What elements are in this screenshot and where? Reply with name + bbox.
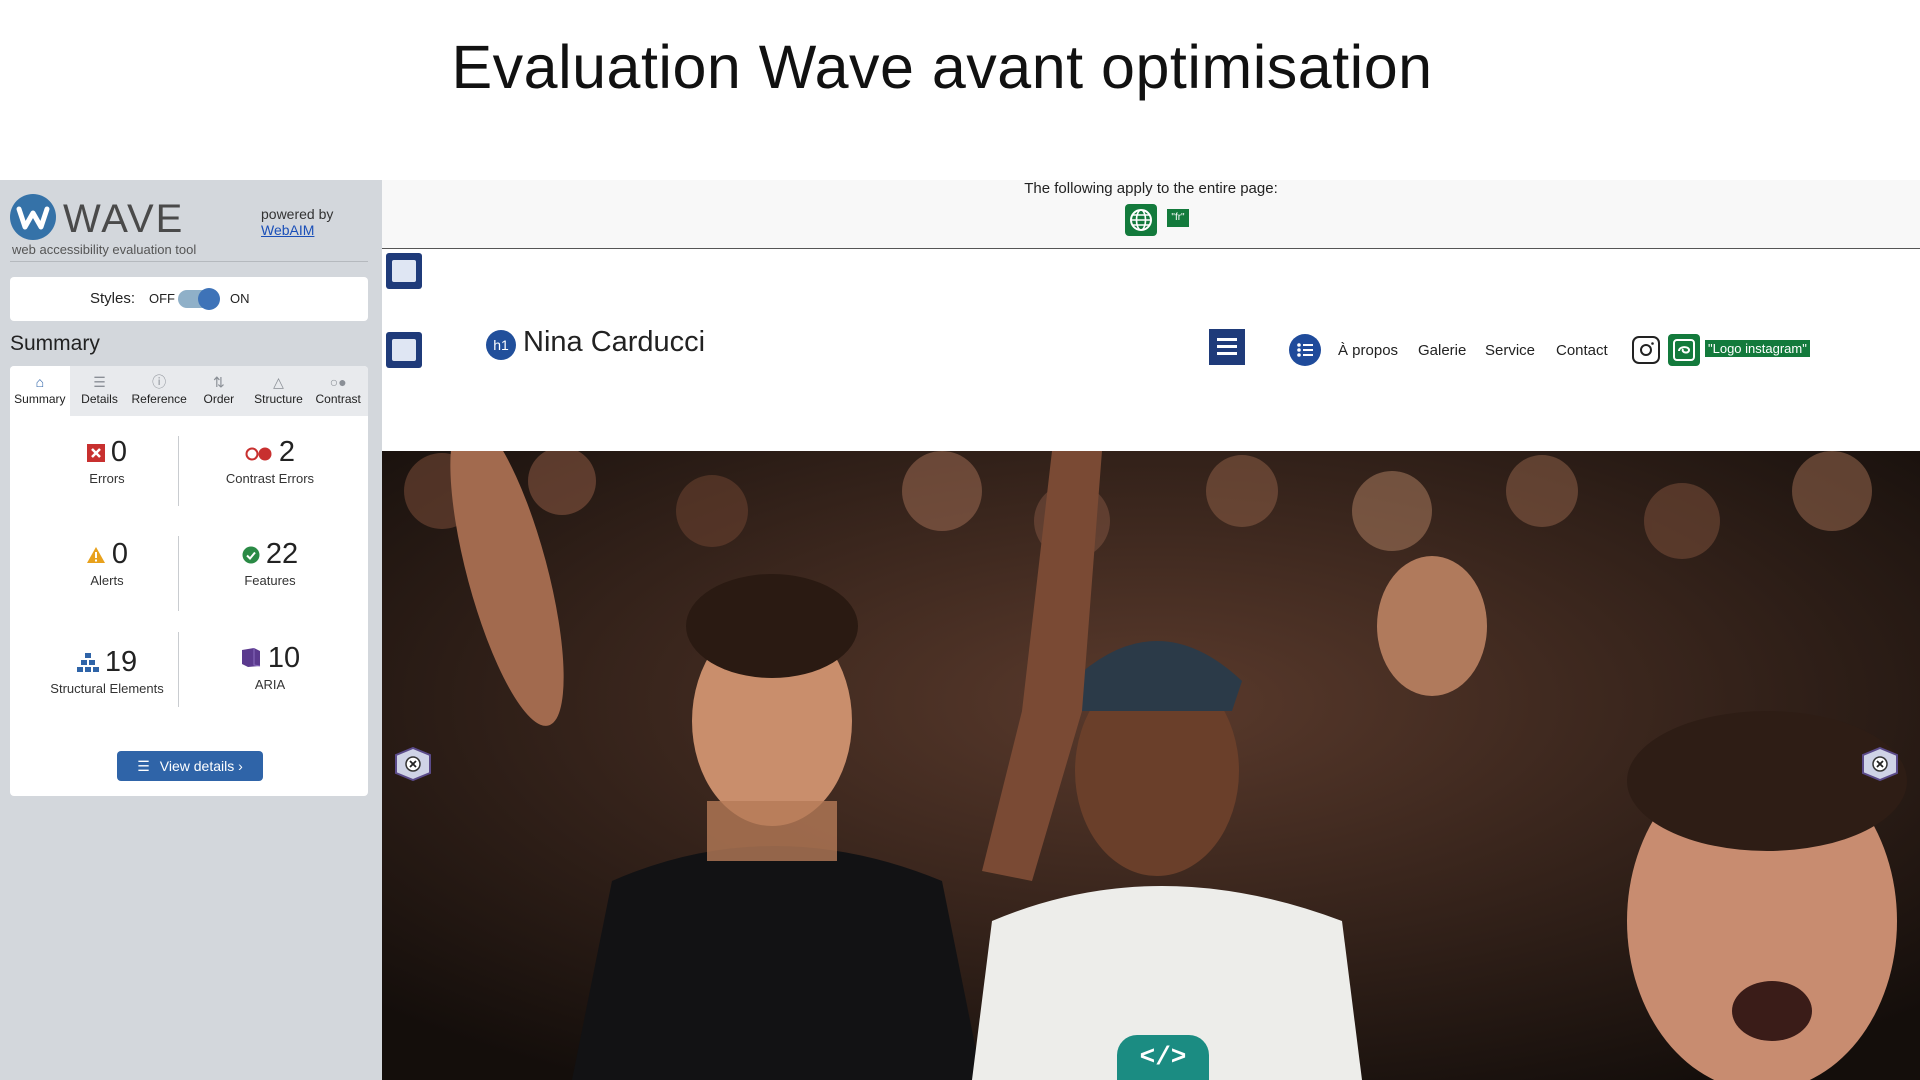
navigation-landmark-icon[interactable] [1209, 329, 1245, 365]
tab-bar: ⌂ Summary ☰ Details ⓘ Reference ⇅ Order … [10, 366, 368, 416]
summary-panel: ⌂ Summary ☰ Details ⓘ Reference ⇅ Order … [10, 366, 368, 796]
language-tag: "fr" [1167, 209, 1189, 227]
h1-badge-icon[interactable]: h1 [486, 330, 516, 360]
decorative-image-icon[interactable] [1862, 747, 1898, 781]
order-icon: ⇅ [212, 374, 225, 390]
list-icon: ☰ [137, 758, 150, 774]
sidebar-divider [10, 261, 368, 262]
page-level-bar: The following apply to the entire page: … [382, 180, 1920, 249]
features-label: Features [244, 572, 296, 588]
view-details-button[interactable]: ☰ View details › [117, 751, 263, 781]
powered-by-text: powered by [261, 206, 334, 222]
unordered-list-icon[interactable] [1289, 334, 1321, 366]
errors-count: 0 [110, 436, 128, 468]
decorative-image-icon[interactable] [395, 747, 431, 781]
alerts-label: Alerts [90, 572, 124, 588]
language-globe-icon[interactable] [1125, 204, 1157, 236]
features-count: 22 [265, 538, 299, 570]
webaim-link[interactable]: WebAIM [261, 222, 314, 238]
instagram-icon[interactable] [1632, 336, 1660, 364]
features-stat[interactable]: 22 Features [195, 538, 345, 588]
feature-check-icon [242, 539, 260, 572]
tab-label: Summary [14, 392, 66, 406]
aria-count: 10 [267, 642, 301, 674]
stats-divider [178, 632, 179, 707]
tab-label: Contrast [315, 392, 361, 406]
structural-label: Structural Elements [50, 680, 164, 696]
structure-icon: △ [273, 374, 284, 390]
tab-label: Order [203, 392, 235, 406]
tab-details[interactable]: ☰ Details [69, 366, 130, 416]
contrast-errors-label: Contrast Errors [225, 470, 315, 486]
tab-contrast[interactable]: ○● Contrast [308, 366, 368, 416]
structure-icon [76, 647, 99, 680]
wave-subtitle: web accessibility evaluation tool [12, 242, 197, 257]
toggle-knob [198, 288, 220, 310]
styles-toggle-box: Styles: OFF ON [10, 277, 368, 321]
aria-stat[interactable]: 10 ARIA [195, 642, 345, 692]
tab-label: Details [81, 392, 118, 406]
aria-label: ARIA [254, 676, 286, 692]
page-notice: The following apply to the entire page: [1024, 180, 1278, 197]
info-icon: ⓘ [152, 374, 167, 390]
styles-toggle[interactable] [178, 288, 220, 310]
powered-by: powered by WebAIM [261, 206, 333, 238]
error-icon [86, 437, 105, 470]
stats-divider [178, 536, 179, 611]
alerts-stat[interactable]: 0 Alerts [32, 538, 182, 588]
main-landmark-icon[interactable] [386, 332, 422, 368]
wave-sidebar: WAVE web accessibility evaluation tool p… [0, 180, 382, 1080]
wave-logo-icon [10, 194, 56, 240]
summary-heading: Summary [10, 332, 100, 355]
alert-icon [86, 539, 106, 572]
tab-structure[interactable]: △ Structure [248, 366, 309, 416]
contrast-icon: ○● [329, 374, 347, 390]
code-toggle-button[interactable]: </> [1117, 1035, 1209, 1080]
errors-label: Errors [89, 470, 125, 486]
tab-label: Structure [254, 392, 303, 406]
styles-off-label: OFF [149, 291, 175, 306]
slide-title: Evaluation Wave avant optimisation [451, 33, 1433, 101]
contrast-errors-count: 2 [278, 436, 296, 468]
wave-logo-text: WAVE [63, 197, 185, 241]
tab-summary[interactable]: ⌂ Summary [10, 366, 70, 416]
errors-stat[interactable]: 0 Errors [32, 436, 182, 486]
tab-order[interactable]: ⇅ Order [189, 366, 249, 416]
styles-on-label: ON [230, 291, 250, 306]
alerts-count: 0 [111, 538, 129, 570]
view-details-label: View details › [159, 758, 243, 774]
nav-item-service[interactable]: Service [1485, 342, 1535, 359]
hero-image: </> [382, 451, 1920, 1080]
structural-count: 19 [104, 646, 138, 678]
nav-item-a-propos[interactable]: À propos [1338, 342, 1398, 359]
stats-divider [178, 436, 179, 506]
aria-icon [240, 643, 262, 676]
tab-label: Reference [131, 392, 187, 406]
styles-label: Styles: [90, 290, 136, 307]
structural-stat[interactable]: 19 Structural Elements [32, 646, 182, 696]
nav-item-galerie[interactable]: Galerie [1418, 342, 1466, 359]
header-landmark-icon[interactable] [386, 253, 422, 289]
contrast-errors-stat[interactable]: 2 Contrast Errors [195, 436, 345, 486]
evaluated-page: The following apply to the entire page: … [382, 180, 1920, 1080]
nav-item-contact[interactable]: Contact [1556, 342, 1608, 359]
alt-text-tag: "Logo instagram" [1705, 340, 1810, 357]
contrast-error-icon [245, 437, 273, 470]
tab-reference[interactable]: ⓘ Reference [129, 366, 190, 416]
home-icon: ⌂ [35, 374, 45, 390]
list-icon: ☰ [93, 374, 106, 390]
site-title: Nina Carducci [523, 326, 706, 358]
linked-image-icon[interactable] [1668, 334, 1700, 366]
